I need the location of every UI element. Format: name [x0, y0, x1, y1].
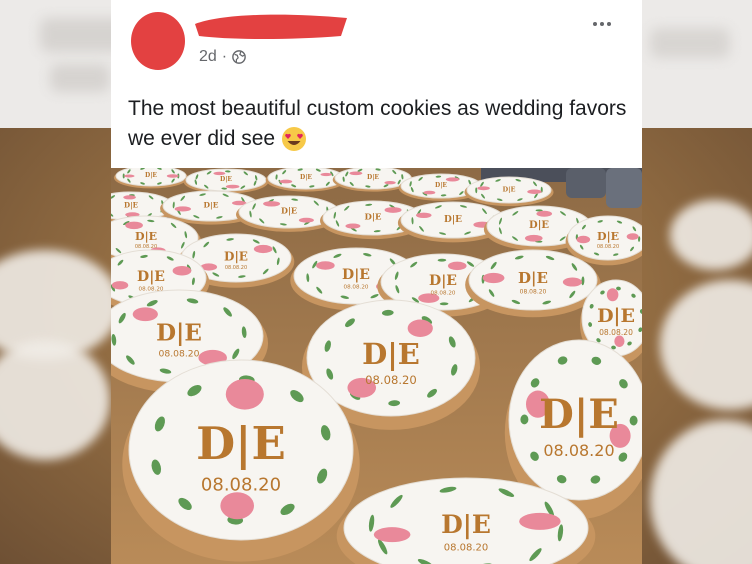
cookie-monogram: D|E — [342, 267, 370, 283]
post-timestamp[interactable]: 2d — [199, 48, 217, 66]
facebook-post-card: 2d · The most beautiful custom cookies a… — [111, 0, 642, 564]
avatar-redacted[interactable] — [129, 10, 187, 72]
cookie-date: 08.08.20 — [159, 349, 200, 360]
cookie-monogram: D|E — [196, 417, 286, 470]
cookie-monogram: D|E — [503, 185, 516, 193]
cookie-monogram: D|E — [362, 337, 420, 371]
backdrop-blur — [650, 28, 730, 58]
cookie-monogram: D|E — [444, 215, 462, 225]
cookie-date: 08.08.20 — [543, 441, 614, 460]
cookie-monogram: D|E — [135, 230, 157, 243]
cookie-monogram: D|E — [137, 269, 165, 285]
cookie-monogram: D|E — [539, 391, 619, 438]
cookie-monogram: D|E — [220, 176, 232, 183]
cookie-monogram: D|E — [204, 201, 219, 210]
cookie-date: 08.08.20 — [135, 244, 157, 250]
author-name-redacted[interactable] — [191, 6, 351, 46]
cookie-group: D|ED|E D|E D|ED|E D|ED|E D|ED|ED|E D|ED|ED|E0… — [111, 168, 642, 564]
cookie-monogram: D|E — [156, 320, 202, 347]
cookie-monogram: D|E — [597, 230, 619, 243]
cookie-monogram: D|E — [529, 220, 549, 231]
cookie-date: 08.08.20 — [201, 475, 281, 496]
cookie-monogram: D|E — [224, 249, 248, 263]
cookie-monogram: D|E — [441, 510, 491, 539]
cookie: D|E 08.08.20 — [465, 249, 601, 318]
cookie-date: 08.08.20 — [225, 265, 247, 271]
cookie-monogram: D|E — [124, 200, 138, 209]
cookie-monogram: D|E — [435, 182, 447, 189]
cookie-photo[interactable]: D|E D|E D|E D|E D|E D|E D|E D|E D|E D|E D|E D|E D|E 0… — [111, 168, 642, 564]
cookie: D|E 08.08.20 — [122, 359, 360, 562]
cookie-monogram: D|E — [300, 174, 312, 181]
cookie-date: 08.08.20 — [431, 291, 456, 297]
globe-icon[interactable] — [232, 50, 246, 64]
cookie-date: 08.08.20 — [597, 244, 619, 250]
cookie-photo-canvas: D|ED|E D|E D|ED|E D|ED|E D|ED|ED|E D|ED|ED|E0… — [111, 168, 642, 564]
cookie-monogram: D|E — [429, 273, 457, 289]
cookie-date: 08.08.20 — [444, 543, 489, 554]
cookie: D|E — [464, 176, 554, 207]
cookie-date: 08.08.20 — [365, 373, 417, 387]
cookie-monogram: D|E — [281, 206, 297, 216]
meta-separator: · — [221, 48, 228, 65]
cookie: D|E — [183, 168, 269, 194]
cookie-monogram: D|E — [518, 269, 548, 287]
cookie-monogram: D|E — [367, 174, 379, 181]
cookie-date: 08.08.20 — [344, 285, 369, 291]
post-meta: 2d · — [199, 48, 246, 66]
cookie-monogram: D|E — [145, 172, 157, 179]
more-options-icon[interactable] — [587, 12, 617, 36]
backdrop-blur — [50, 64, 110, 92]
backdrop-cookie — [670, 200, 752, 270]
caption-text: The most beautiful custom cookies as wed… — [128, 97, 627, 150]
cookie-date: 08.08.20 — [520, 289, 547, 296]
cookie-date: 08.08.20 — [599, 328, 633, 337]
post-caption: The most beautiful custom cookies as wed… — [128, 94, 633, 154]
cookie-monogram: D|E — [365, 213, 382, 223]
cookie-monogram: D|E — [597, 305, 635, 327]
heart-eyes-emoji — [282, 127, 307, 152]
